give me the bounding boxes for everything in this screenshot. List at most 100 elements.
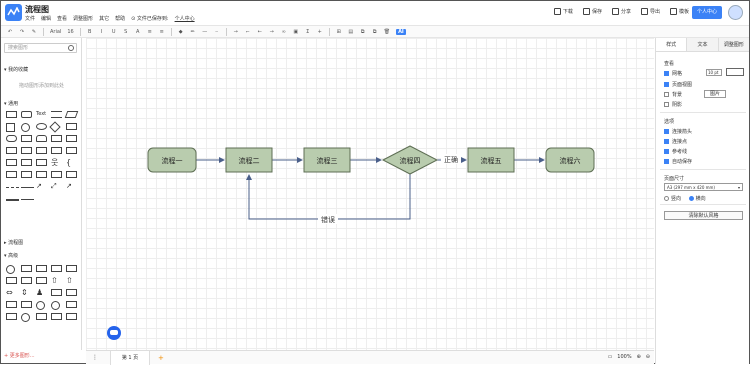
or-shape[interactable] [36, 301, 45, 310]
flowchart-header[interactable]: ▸ 流程图 [4, 239, 23, 246]
frame-shape[interactable] [36, 171, 47, 178]
bidirectional-h-arrow-shape[interactable]: ⇔ [6, 289, 19, 299]
line-shape[interactable] [21, 187, 34, 188]
link-shape[interactable] [66, 301, 77, 308]
redo-icon[interactable]: ↷ [19, 29, 25, 35]
more-shapes-link[interactable]: + 更多图形... [4, 352, 35, 359]
autosave-checkbox[interactable]: 自动保存 [664, 158, 692, 165]
pentagon-shape[interactable] [21, 265, 32, 272]
avatar[interactable] [728, 5, 743, 20]
list-shape[interactable] [51, 313, 62, 320]
guides-check[interactable] [664, 149, 669, 154]
template-button[interactable]: 模板 [669, 8, 689, 15]
portrait-radio[interactable] [664, 196, 669, 201]
container-shape[interactable] [51, 171, 62, 178]
share-button[interactable]: 分享 [611, 8, 631, 15]
cube-shape[interactable] [36, 159, 47, 166]
ai-button[interactable]: AI [396, 28, 406, 35]
page-tab[interactable]: 第 1 页 [110, 351, 150, 365]
italic-icon[interactable]: I [99, 29, 105, 35]
bidirectional-v-arrow-shape[interactable]: ⇕ [21, 289, 34, 299]
callout-shape[interactable] [51, 147, 62, 154]
tab-text[interactable]: 文本 [686, 38, 718, 51]
up-arrow-shape[interactable]: ⇧ [51, 277, 64, 287]
assistant-bot-icon[interactable] [107, 326, 121, 340]
save-button[interactable]: 保存 [582, 8, 602, 15]
document-shape[interactable] [51, 135, 62, 142]
grid-checkbox[interactable]: 网格 [664, 70, 682, 77]
menu-extras[interactable]: 其它 [99, 15, 109, 22]
swimlane-shape[interactable] [66, 171, 77, 178]
note-shape[interactable] [36, 147, 47, 154]
underline-icon[interactable]: U [111, 29, 117, 35]
user-center-link[interactable]: 个人中心 [175, 15, 195, 22]
bidirectional-arrow-shape[interactable]: ⤢ [51, 183, 64, 193]
rect-shape[interactable] [6, 111, 17, 118]
triangle-shape[interactable] [6, 159, 17, 166]
step-shape[interactable] [6, 171, 17, 178]
to-back-icon[interactable]: ⧉ [372, 29, 378, 35]
waypoint-icon[interactable]: ⌐ [245, 29, 251, 35]
menu-edit[interactable]: 编辑 [41, 15, 51, 22]
connector-icon[interactable]: → [233, 29, 239, 35]
tab-arrange[interactable]: 调整图形 [717, 38, 749, 51]
grid-check[interactable] [664, 71, 669, 76]
strikethrough-icon[interactable]: S [123, 29, 129, 35]
actor-shape[interactable]: 웃 [51, 159, 64, 169]
font-color-icon[interactable]: A [135, 29, 141, 35]
hexagon-shape[interactable] [21, 135, 32, 142]
general-header[interactable]: ▾ 通用 [4, 100, 18, 107]
menu-arrange[interactable]: 调整图形 [73, 15, 93, 22]
table-shape[interactable] [66, 313, 77, 320]
star-shape[interactable] [6, 277, 17, 284]
link-icon[interactable]: ∞ [281, 29, 287, 35]
grid-color-swatch[interactable] [726, 68, 744, 76]
cloud-shape[interactable] [66, 147, 77, 154]
image-icon[interactable]: ▣ [293, 29, 299, 35]
shadow-check[interactable] [664, 102, 669, 107]
up-arrow-outline-shape[interactable]: ⇧ [66, 277, 79, 287]
guides-checkbox[interactable]: 参考线 [664, 148, 687, 155]
process-shape[interactable] [66, 123, 77, 130]
terminator-shape[interactable] [6, 135, 17, 142]
banner-shape[interactable] [51, 265, 62, 272]
star-outline-shape[interactable] [21, 277, 32, 284]
rounded-rect-shape[interactable] [21, 111, 32, 118]
arrow-start-icon[interactable]: ← [257, 29, 263, 35]
connector-shape[interactable] [21, 199, 34, 200]
undo-icon[interactable]: ↶ [7, 29, 13, 35]
corner-shape[interactable] [66, 289, 77, 296]
user-center-button[interactable]: 个人中心 [692, 6, 722, 19]
line-color-icon[interactable]: ✏ [190, 29, 196, 35]
grid-size-input[interactable]: 10 pt [706, 69, 722, 76]
font-size-select[interactable]: 16 [67, 29, 73, 35]
menu-view[interactable]: 查看 [57, 15, 67, 22]
line-width-icon[interactable]: — [202, 29, 208, 35]
tab-shape[interactable] [36, 265, 47, 272]
background-check[interactable] [664, 92, 669, 97]
page-view-check[interactable] [664, 82, 669, 87]
data-shape[interactable] [21, 147, 32, 154]
tee-shape[interactable] [6, 301, 17, 308]
add-page-icon[interactable]: + [158, 354, 164, 362]
connection-points-check[interactable] [664, 139, 669, 144]
table-icon[interactable]: ⊞ [336, 29, 342, 35]
circle-shape[interactable] [21, 123, 30, 132]
fill-color-icon[interactable]: ◆ [178, 29, 184, 35]
advanced-header[interactable]: ▾ 高级 [4, 252, 18, 259]
background-checkbox[interactable]: 背景 [664, 91, 682, 98]
diagram-canvas[interactable]: 正确 错误 流程一 流程二 流程三 流程四 流程五 流程六 [86, 38, 654, 350]
trapezoid-shape[interactable] [21, 159, 32, 166]
curve-shape[interactable]: ↗ [66, 183, 79, 193]
cylinder-shape[interactable] [36, 135, 47, 142]
shadow-checkbox[interactable]: 阴影 [664, 101, 682, 108]
parallelogram-shape[interactable] [64, 111, 79, 118]
reset-style-button[interactable]: 清除默认风格 [664, 211, 743, 220]
zoom-in-icon[interactable]: ⊕ [637, 354, 641, 360]
menu-file[interactable]: 文件 [25, 15, 35, 22]
align-center-icon[interactable]: ≡ [159, 29, 165, 35]
package-shape[interactable] [21, 171, 32, 178]
landscape-radio[interactable] [688, 196, 694, 201]
tab-style[interactable]: 样式 [656, 38, 687, 51]
arrow-shape[interactable]: ↗ [36, 183, 49, 193]
